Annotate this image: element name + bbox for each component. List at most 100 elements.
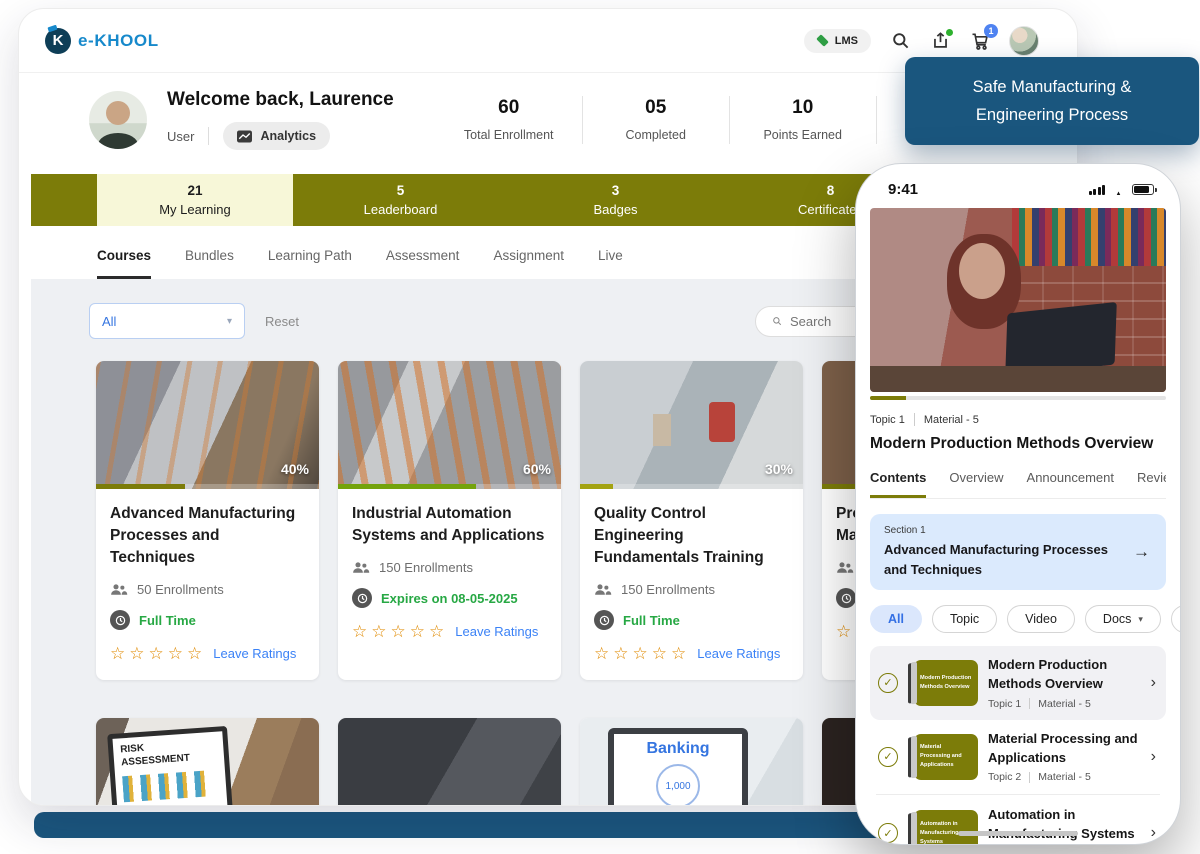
course-thumbnail: FINANCE <box>338 718 561 805</box>
chip-assessment[interactable]: Asse <box>1170 605 1180 633</box>
lesson-item-title: Automation in Manufacturing Systems <box>988 807 1135 842</box>
search-input[interactable] <box>790 313 860 329</box>
course-card[interactable]: RISK ASSESSMENT <box>96 718 319 805</box>
star-icon[interactable]: ☆ <box>352 623 367 640</box>
leave-ratings-link[interactable]: Leave Ratings <box>455 624 538 639</box>
star-icon[interactable]: ☆ <box>429 623 444 640</box>
star-icon[interactable]: ☆ <box>371 623 386 640</box>
course-card[interactable]: Banking 1,000 <box>580 718 803 805</box>
chevron-right-icon[interactable]: › <box>1151 748 1156 766</box>
desk-graphic <box>870 366 1166 392</box>
progress-percent: 40% <box>280 461 309 477</box>
star-icon[interactable]: ☆ <box>652 645 667 662</box>
lesson-item[interactable]: ✓ Modern Production Methods Overview Mod… <box>870 646 1166 720</box>
progress-bar <box>96 484 319 489</box>
star-icon[interactable]: ☆ <box>149 645 164 662</box>
star-icon[interactable]: ☆ <box>671 645 686 662</box>
user-avatar[interactable] <box>1009 25 1039 56</box>
chip-docs[interactable]: Docs ▾ <box>1084 605 1161 633</box>
lesson-item[interactable]: ✓ Material Processing and Applications M… <box>870 720 1166 794</box>
search-button[interactable] <box>889 30 911 52</box>
analytics-button[interactable]: Analytics <box>223 122 331 150</box>
course-card[interactable]: 60% Industrial Automation Systems and Ap… <box>338 361 561 680</box>
share-button[interactable] <box>929 28 953 52</box>
banking-text: Banking <box>646 740 710 757</box>
star-icon[interactable]: ☆ <box>410 623 425 640</box>
tab-overview[interactable]: Overview <box>949 470 1003 498</box>
course-time: Full Time <box>139 612 196 628</box>
star-icon[interactable]: ☆ <box>168 645 183 662</box>
course-card[interactable]: 40% Advanced Manufacturing Processes and… <box>96 361 319 680</box>
profile-photo[interactable] <box>89 90 147 149</box>
stat-label: Points Earned <box>763 128 842 142</box>
chip-topic[interactable]: Topic <box>931 605 998 633</box>
tab-assignment[interactable]: Assignment <box>493 248 564 279</box>
tab-contents[interactable]: Contents <box>870 470 927 498</box>
enrollments-icon <box>111 584 128 595</box>
nav-tab-my-learning[interactable]: 21 My Learning <box>97 174 293 226</box>
divider <box>913 413 915 426</box>
arrow-right-icon[interactable]: → <box>1131 542 1152 562</box>
enrollments-text: 150 Enrollments <box>379 560 473 575</box>
leave-ratings-link[interactable]: Leave Ratings <box>213 646 296 661</box>
chevron-right-icon[interactable]: › <box>1151 674 1156 692</box>
header-actions: LMS 1 <box>803 23 1039 56</box>
tab-count: 21 <box>187 183 203 198</box>
chip-all[interactable]: All <box>870 605 922 633</box>
course-title: Industrial Automation Systems and Applic… <box>352 505 545 544</box>
tab-label: Certificates <box>797 202 864 217</box>
laptop-graphic <box>1005 301 1117 376</box>
section-card[interactable]: Section 1 Advanced Manufacturing Process… <box>870 514 1166 590</box>
video-progress-bar[interactable] <box>870 396 1166 400</box>
tab-review[interactable]: Review <box>1137 470 1166 498</box>
tab-learning-path[interactable]: Learning Path <box>268 248 352 279</box>
tab-courses[interactable]: Courses <box>97 248 152 279</box>
star-icon[interactable]: ☆ <box>633 645 648 662</box>
lesson-video[interactable] <box>870 208 1166 392</box>
enrollments-icon <box>353 562 370 573</box>
graduation-cap-icon <box>815 34 829 47</box>
tab-live[interactable]: Live <box>598 248 623 279</box>
rating-row: ☆ ☆ ☆ ☆ ☆ Leave Ratings <box>352 623 547 640</box>
leave-ratings-link[interactable]: Leave Ratings <box>697 646 780 661</box>
home-indicator[interactable] <box>958 831 1078 836</box>
star-icon[interactable]: ☆ <box>391 623 406 640</box>
chevron-right-icon[interactable]: › <box>1151 824 1156 842</box>
category-dropdown[interactable]: All ▾ <box>89 303 245 339</box>
tab-count: 8 <box>826 183 835 198</box>
lesson-item[interactable]: ✓ Automation in Manufacturing Systems Au… <box>870 796 1166 844</box>
mini-bar-chart <box>122 770 210 803</box>
course-card[interactable]: 30% Quality Control Engineering Fundamen… <box>580 361 803 680</box>
stat-label: Total Enrollment <box>463 128 554 142</box>
logo-mark-icon: K <box>45 27 71 54</box>
toast-line: Engineering Process <box>975 106 1129 124</box>
star-icon[interactable]: ☆ <box>594 645 609 662</box>
divider <box>876 794 1160 796</box>
lms-badge[interactable]: LMS <box>803 28 871 53</box>
brand-logo[interactable]: K e-KHOOL <box>45 27 159 54</box>
star-icon[interactable]: ☆ <box>836 623 851 640</box>
cart-count-badge: 1 <box>984 23 998 38</box>
course-toast[interactable]: Safe Manufacturing & Engineering Process <box>905 57 1199 145</box>
lesson-item-title: Modern Production Methods Overview <box>988 657 1108 691</box>
star-icon[interactable]: ☆ <box>129 645 144 662</box>
cart-button[interactable]: 1 <box>969 23 998 52</box>
nav-tab-badges[interactable]: 3 Badges <box>508 174 723 226</box>
lesson-thumbnail: Modern Production Methods Overview <box>914 659 978 706</box>
chip-video[interactable]: Video <box>1007 605 1075 633</box>
dropdown-value: All <box>102 313 117 329</box>
course-thumbnail: 40% <box>96 361 319 489</box>
phone-status-bar: 9:41 <box>856 164 1180 198</box>
nav-tab-leaderboard[interactable]: 5 Leaderboard <box>293 174 508 226</box>
notification-dot <box>946 28 953 36</box>
course-card[interactable]: FINANCE <box>338 718 561 805</box>
tab-count: 3 <box>611 183 620 198</box>
tab-bundles[interactable]: Bundles <box>185 248 234 279</box>
check-icon: ✓ <box>878 746 898 767</box>
tab-announcement[interactable]: Announcement <box>1027 470 1114 498</box>
star-icon[interactable]: ☆ <box>187 645 202 662</box>
reset-link[interactable]: Reset <box>265 314 299 329</box>
star-icon[interactable]: ☆ <box>110 645 125 662</box>
tab-assessment[interactable]: Assessment <box>386 248 460 279</box>
star-icon[interactable]: ☆ <box>613 645 628 662</box>
